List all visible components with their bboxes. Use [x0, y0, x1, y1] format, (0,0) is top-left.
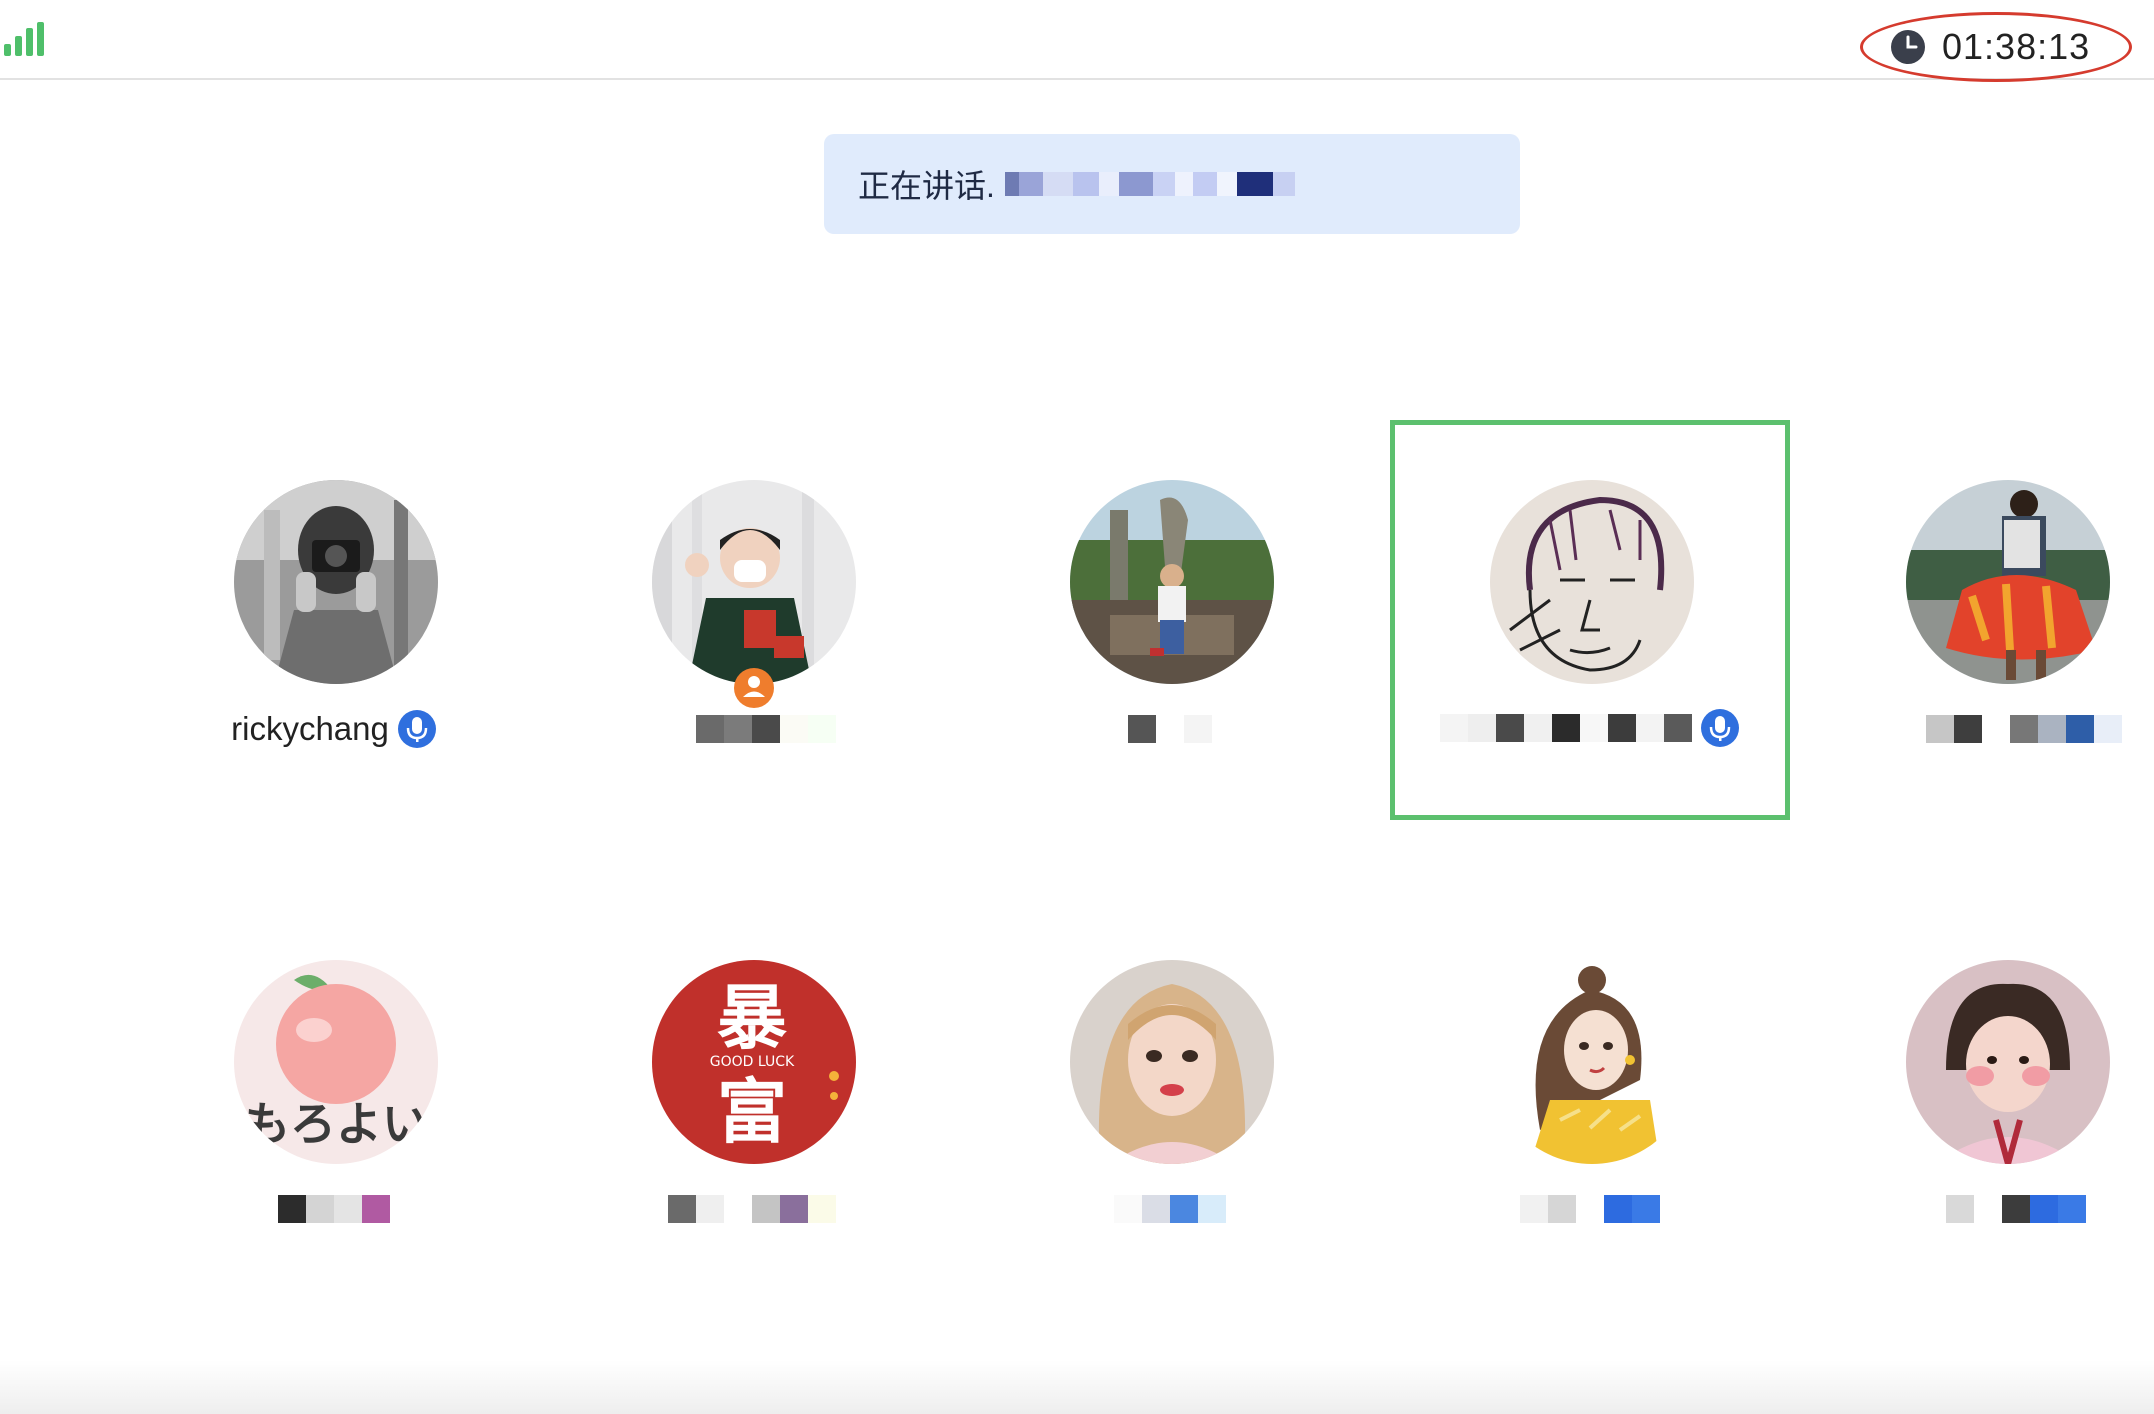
- participant-name: rickychang: [231, 710, 389, 747]
- avatar: [1906, 480, 2110, 684]
- avatar: [1490, 960, 1694, 1164]
- participant-tile[interactable]: [970, 900, 1370, 1300]
- meeting-window: 01:38:13 正在讲话. rickychang もろよい 暴 GOOD LU…: [0, 0, 2154, 1414]
- avatar: [1070, 480, 1274, 684]
- participant-name-obscured: [668, 1194, 836, 1224]
- avatar: [1070, 960, 1274, 1164]
- avatar: もろよい: [234, 960, 438, 1164]
- bottom-edge-shadow: [0, 1360, 2154, 1414]
- participant-name-obscured: [668, 714, 836, 744]
- top-bar: 01:38:13: [0, 0, 2154, 82]
- meeting-timer: 01:38:13: [1860, 12, 2132, 82]
- avatar: [1906, 960, 2110, 1164]
- participant-tile[interactable]: 暴 GOOD LUCK 富: [552, 900, 952, 1300]
- participant-name-obscured: [1946, 1194, 2086, 1224]
- participant-name-obscured: [1440, 713, 1692, 743]
- mic-icon: [1701, 709, 1739, 747]
- participant-tile[interactable]: [970, 420, 1370, 820]
- avatar: [1490, 480, 1694, 684]
- timer-text: 01:38:13: [1942, 26, 2091, 67]
- participant-tile[interactable]: もろよい: [134, 900, 534, 1300]
- avatar: [234, 480, 438, 684]
- clock-icon: [1891, 30, 1925, 64]
- avatar: 暴 GOOD LUCK 富: [652, 960, 856, 1164]
- participant-name-obscured: [1128, 714, 1212, 744]
- peach-avatar-text: もろよい: [244, 1097, 428, 1151]
- avatar: [652, 480, 856, 684]
- participant-name-obscured: [278, 1194, 390, 1224]
- participant-tile[interactable]: [1806, 900, 2154, 1300]
- participant-tile[interactable]: [552, 420, 952, 820]
- participant-name-obscured: [1520, 1194, 1660, 1224]
- participant-tile[interactable]: [1390, 900, 1790, 1300]
- speaking-name-obscured: [1004, 169, 1295, 199]
- good-luck-middle-text: GOOD LUCK: [710, 1054, 795, 1070]
- participant-name-obscured: [1114, 1194, 1226, 1224]
- participant-tile-active[interactable]: [1390, 420, 1790, 820]
- mic-icon: [397, 710, 436, 748]
- speaking-banner: 正在讲话.: [824, 134, 1520, 234]
- participant-tile[interactable]: [1806, 420, 2154, 820]
- participant-name-obscured: [1926, 714, 2122, 744]
- speaking-label: 正在讲话.: [858, 168, 995, 204]
- signal-bars-icon: [4, 22, 44, 56]
- good-luck-top-text: 暴: [717, 977, 787, 1059]
- participant-tile[interactable]: rickychang: [134, 420, 534, 820]
- good-luck-bottom-text: 富: [717, 1071, 787, 1153]
